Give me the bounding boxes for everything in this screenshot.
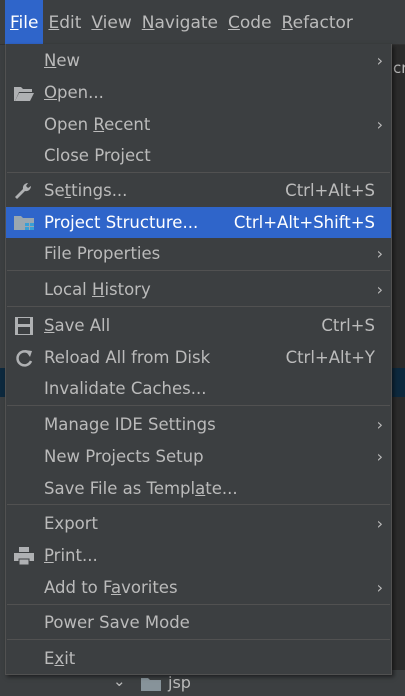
tree-selection-fragment-right <box>390 368 405 397</box>
menu-item-label: Invalidate Caches... <box>44 379 207 398</box>
menu-item-open-recent[interactable]: Open Recent › <box>6 109 391 140</box>
menu-item-label: Manage IDE Settings <box>44 415 216 434</box>
menu-item-close-project[interactable]: Close Project <box>6 140 391 171</box>
menu-item-invalidate-caches[interactable]: Invalidate Caches... <box>6 373 391 404</box>
submenu-arrow-icon: › <box>376 280 383 299</box>
folder-icon <box>141 678 161 691</box>
menu-item-open[interactable]: Open... <box>6 77 391 108</box>
menu-bar: File Edit View Navigate Code Refactor <box>0 0 405 45</box>
menu-item-manage-ide-settings[interactable]: Manage IDE Settings › <box>6 409 391 440</box>
menu-item-settings[interactable]: Settings... Ctrl+Alt+S <box>6 175 391 206</box>
menu-refactor[interactable]: Refactor <box>277 0 358 44</box>
menu-item-save-all[interactable]: Save All Ctrl+S <box>6 310 391 341</box>
menu-navigate[interactable]: Navigate <box>137 0 223 44</box>
folder-open-icon <box>14 87 34 101</box>
menu-separator <box>7 639 390 640</box>
menu-item-label: Local History <box>44 280 151 299</box>
submenu-arrow-icon: › <box>376 514 383 533</box>
menu-item-label: Open Recent <box>44 115 151 134</box>
menu-separator <box>7 172 390 173</box>
menu-item-label: Exit <box>44 649 76 668</box>
menu-item-print[interactable]: Print... <box>6 540 391 571</box>
shortcut-label: Ctrl+Alt+Shift+S <box>233 213 375 232</box>
menu-view[interactable]: View <box>86 0 136 44</box>
file-menu-dropdown: New › Open... Open Recent › Close Projec… <box>5 44 392 675</box>
menu-item-new[interactable]: New › <box>6 45 391 76</box>
menu-item-new-projects-setup[interactable]: New Projects Setup › <box>6 441 391 472</box>
menu-item-file-properties[interactable]: File Properties › <box>6 238 391 269</box>
project-structure-icon <box>14 216 34 230</box>
menu-item-project-structure[interactable]: Project Structure... Ctrl+Alt+Shift+S <box>6 207 391 238</box>
menu-item-save-file-as-template[interactable]: Save File as Template... <box>6 473 391 504</box>
menu-item-label: Project Structure... <box>44 213 199 232</box>
submenu-arrow-icon: › <box>376 415 383 434</box>
submenu-arrow-icon: › <box>376 244 383 263</box>
menu-item-label: New <box>44 51 80 70</box>
menu-item-label: File Properties <box>44 244 161 263</box>
menu-item-label: Print... <box>44 546 98 565</box>
menu-item-label: Save All <box>44 316 111 335</box>
menu-item-reload-all-from-disk[interactable]: Reload All from Disk Ctrl+Alt+Y <box>6 342 391 373</box>
shortcut-label: Ctrl+S <box>321 316 375 335</box>
reload-icon <box>16 350 33 367</box>
menu-code[interactable]: Code <box>223 0 277 44</box>
submenu-arrow-icon: › <box>376 578 383 597</box>
menu-item-add-to-favorites[interactable]: Add to Favorites › <box>6 572 391 603</box>
menu-item-label: Open... <box>44 83 104 102</box>
submenu-arrow-icon: › <box>376 447 383 466</box>
menu-item-label: Reload All from Disk <box>44 348 211 367</box>
menu-item-label: Add to Favorites <box>44 578 178 597</box>
menu-separator <box>7 604 390 605</box>
menu-separator <box>7 306 390 307</box>
menu-separator <box>7 270 390 271</box>
submenu-arrow-icon: › <box>376 51 383 70</box>
menu-separator <box>7 504 390 505</box>
wrench-icon <box>15 182 32 199</box>
save-icon <box>15 317 33 335</box>
menu-item-label: Power Save Mode <box>44 613 190 632</box>
menu-item-label: New Projects Setup <box>44 447 204 466</box>
menu-edit[interactable]: Edit <box>43 0 86 44</box>
menu-item-export[interactable]: Export › <box>6 508 391 539</box>
menu-item-label: Settings... <box>44 181 128 200</box>
menu-item-local-history[interactable]: Local History › <box>6 274 391 305</box>
editor-tab-fragment[interactable]: cr <box>393 54 405 82</box>
menu-item-exit[interactable]: Exit <box>6 643 391 674</box>
menu-item-label: Export <box>44 514 99 533</box>
menu-item-label: Save File as Template... <box>44 479 238 498</box>
menu-file[interactable]: File <box>5 0 44 44</box>
shortcut-label: Ctrl+Alt+S <box>285 181 375 200</box>
print-icon <box>14 547 34 566</box>
shortcut-label: Ctrl+Alt+Y <box>285 348 375 367</box>
tree-folder-label: jsp <box>168 673 191 692</box>
menu-separator <box>7 405 390 406</box>
menu-item-label: Close Project <box>44 146 151 165</box>
submenu-arrow-icon: › <box>376 115 383 134</box>
menu-item-power-save-mode[interactable]: Power Save Mode <box>6 607 391 638</box>
